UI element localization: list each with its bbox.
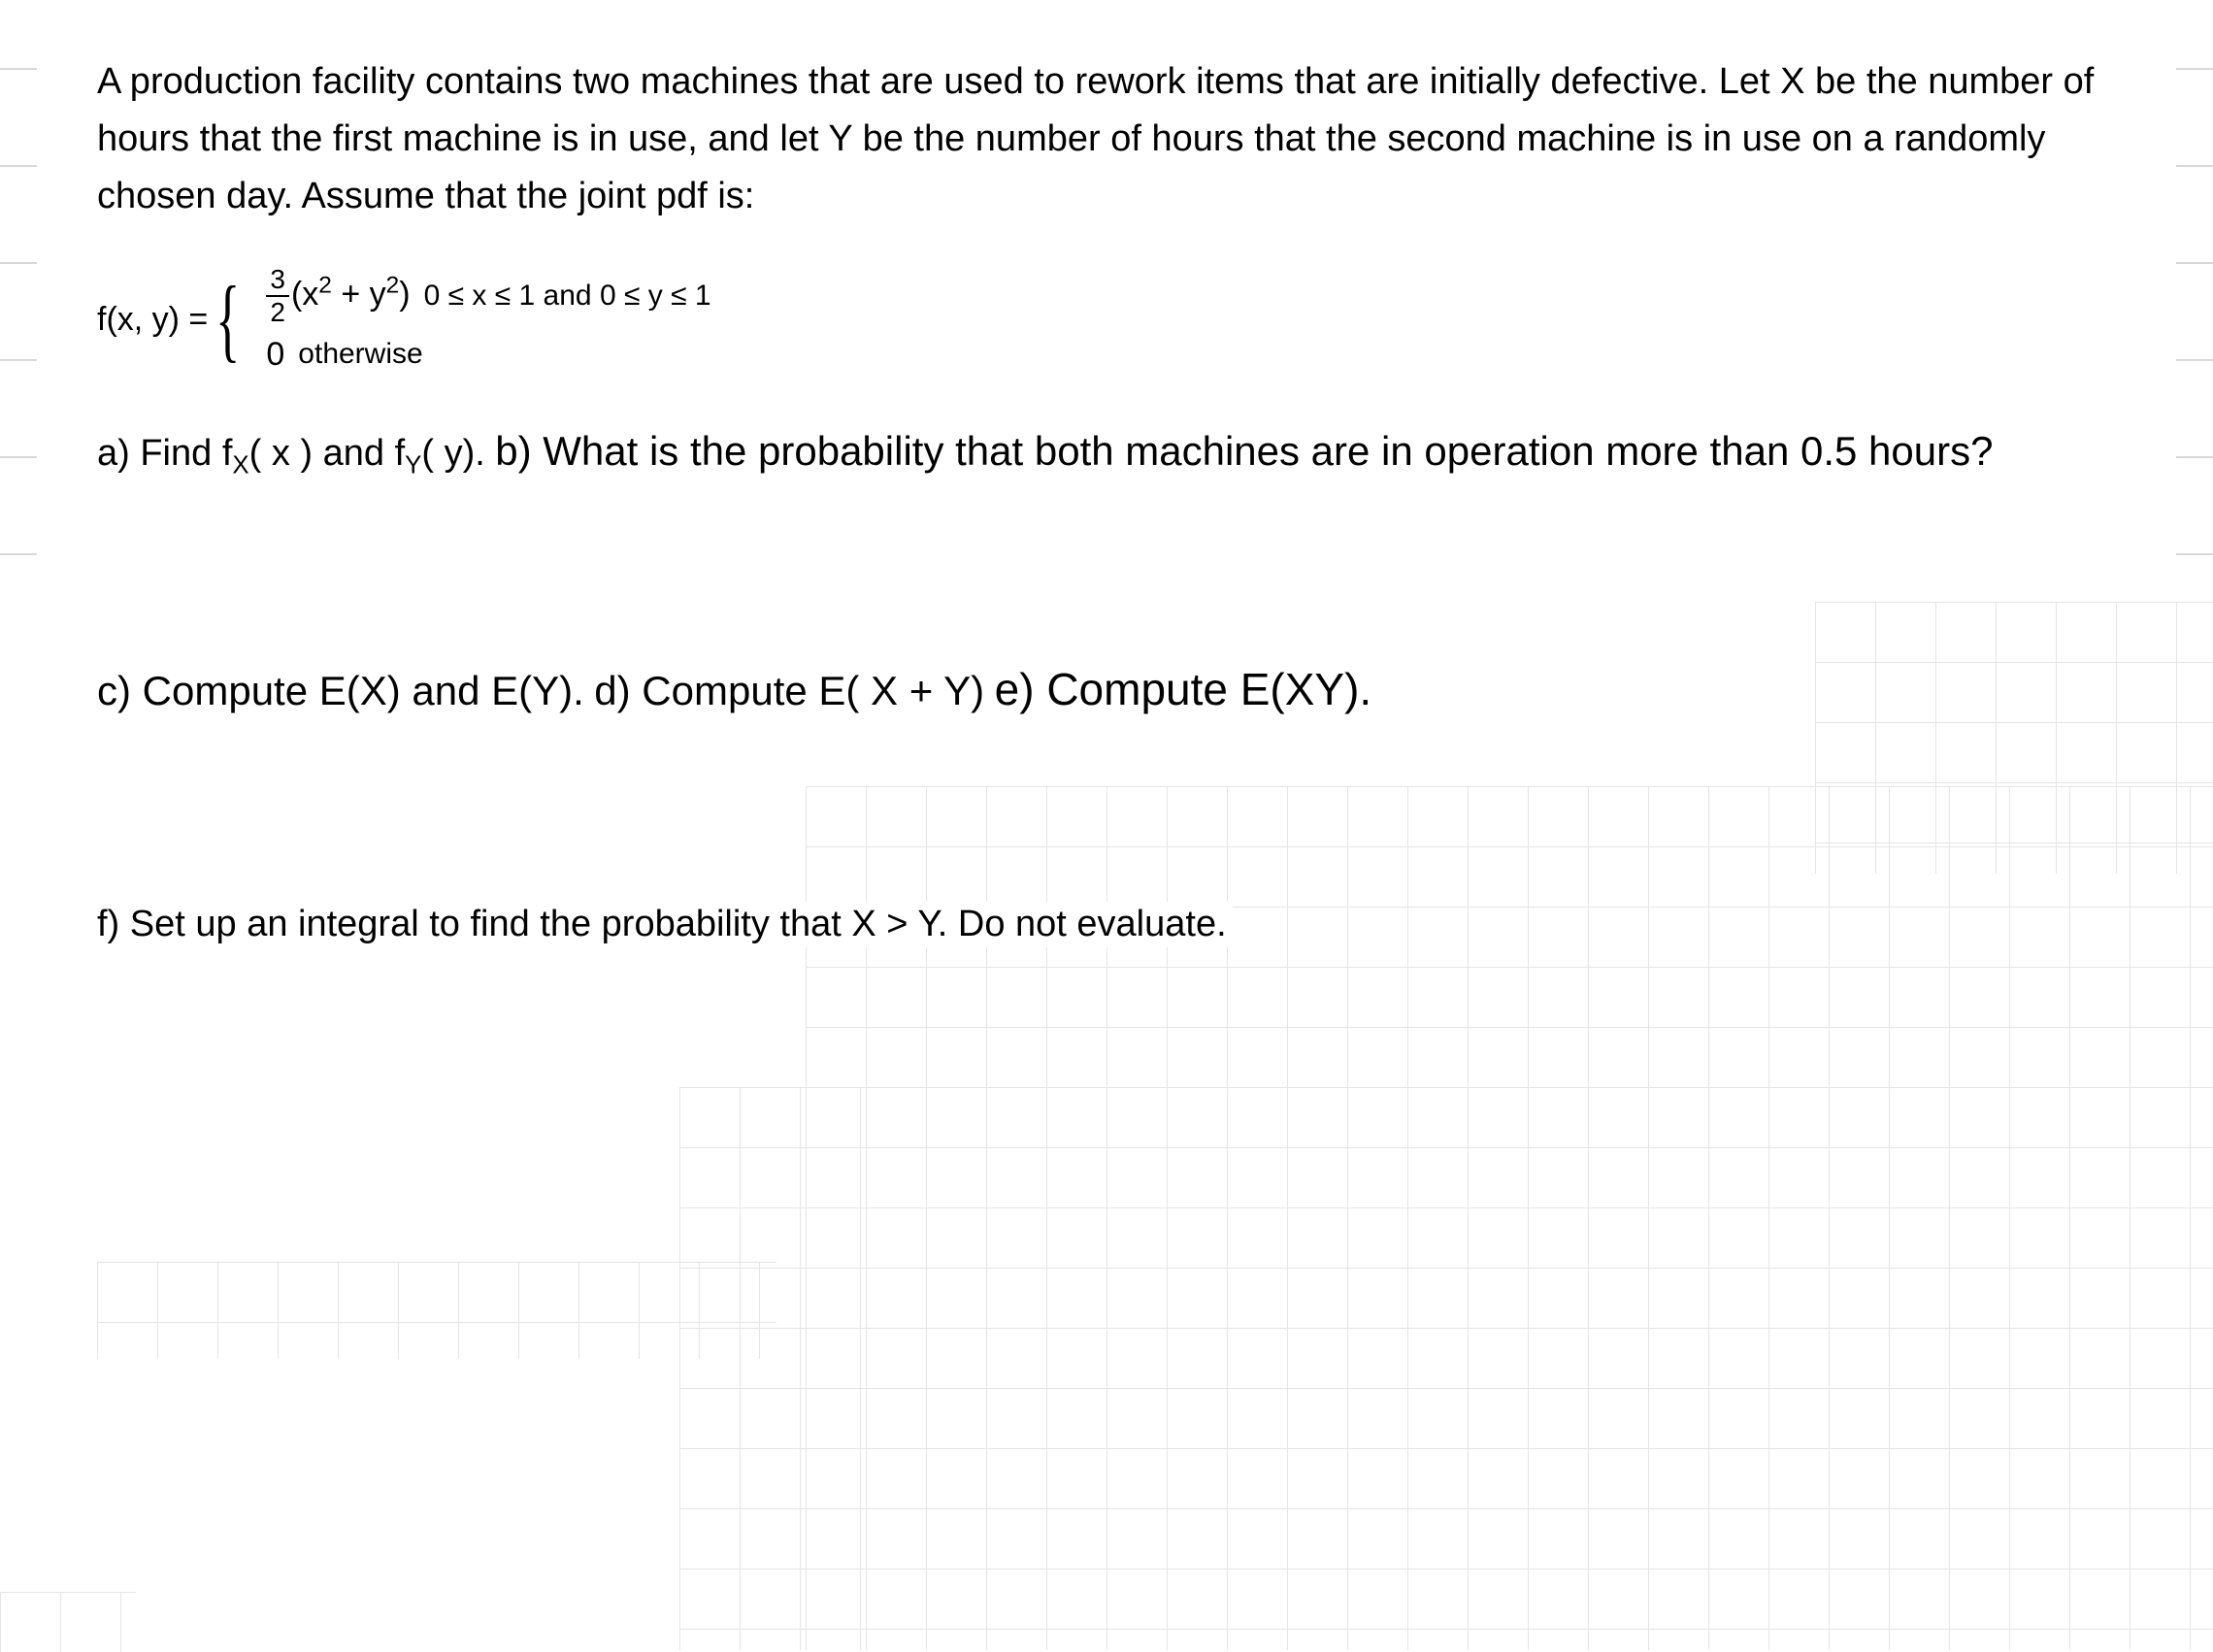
question-c: c) Compute E(X) and E(Y). [97, 666, 590, 716]
formula-condition-2: otherwise [298, 338, 422, 371]
grid-background [97, 1262, 776, 1359]
formula-text: ) [399, 276, 410, 313]
question-text: a) Find f [97, 433, 232, 474]
formula-case-1: 3 2 (x2 + y2) 0 ≤ x ≤ 1 and 0 ≤ y ≤ 1 [266, 266, 710, 326]
fraction-denominator: 2 [266, 297, 289, 326]
formula-case-2: 0 otherwise [266, 336, 710, 374]
formula-zero: 0 [266, 336, 284, 374]
question-b: b) What is the probability that both mac… [495, 426, 1998, 477]
formula-exponent: 2 [386, 272, 400, 298]
grid-background [679, 1087, 874, 1650]
question-a: a) Find fX( x ) and fY( y). [97, 431, 491, 477]
formula-text: (x [291, 276, 318, 313]
fraction-three-half: 3 2 [266, 266, 289, 326]
joint-pdf-formula: f(x, y) = { 3 2 (x2 + y2) 0 ≤ x ≤ 1 and … [97, 262, 2116, 378]
document-content: A production facility contains two machi… [0, 0, 2213, 986]
question-f: f) Set up an integral to find the probab… [97, 902, 1233, 947]
question-text: ( x ) and f [249, 433, 406, 474]
fraction-numerator: 3 [266, 266, 289, 297]
formula-lhs: f(x, y) = [97, 301, 208, 339]
subscript: X [232, 451, 248, 479]
formula-exponent: 2 [318, 272, 332, 298]
left-brace-icon: { [215, 282, 240, 357]
subscript: Y [405, 451, 421, 479]
question-d: d) Compute E( X + Y) [594, 666, 990, 716]
question-e: e) Compute E(XY). [995, 661, 1378, 717]
question-text: ( y). [421, 433, 484, 474]
grid-background [0, 1592, 136, 1652]
problem-intro: A production facility contains two machi… [97, 53, 2116, 225]
formula-condition-1: 0 ≤ x ≤ 1 and 0 ≤ y ≤ 1 [424, 280, 711, 313]
formula-text: + y [332, 276, 386, 313]
